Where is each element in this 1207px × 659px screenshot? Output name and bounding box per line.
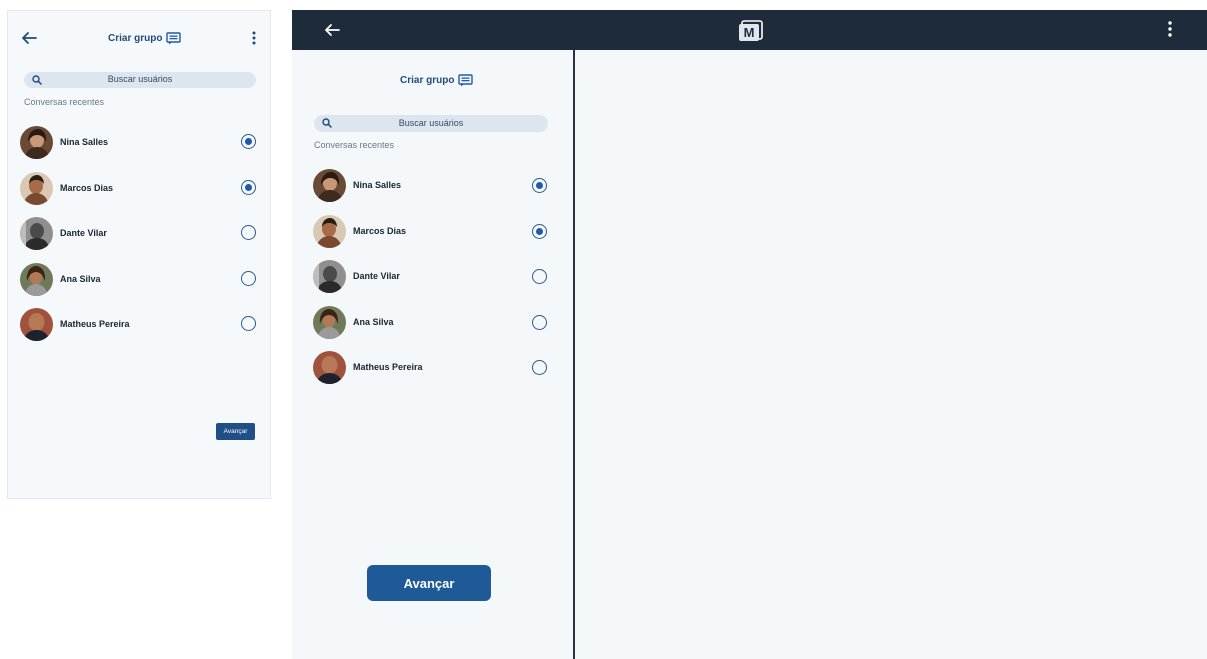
avatar [20,308,53,341]
page-title-text: Criar grupo [400,75,455,86]
contact-radio[interactable] [241,271,256,286]
contact-radio[interactable] [532,315,547,330]
contact-radio[interactable] [241,225,256,240]
contact-name: Nina Salles [60,137,109,147]
avatar [20,126,53,159]
search-input[interactable]: Buscar usuários [24,72,256,88]
contact-radio[interactable] [532,224,547,239]
desktop-screen: M Criar grupo Buscar usuários Conversas … [292,10,1207,659]
contact-row[interactable]: Matheus Pereira [20,308,260,342]
more-vert-icon[interactable] [252,31,256,45]
avatar [313,351,346,384]
contact-row[interactable]: Marcos Dias [20,172,260,206]
contact-name: Matheus Pereira [353,362,423,372]
chat-group-icon [166,32,182,45]
contact-name: Dante Vilar [60,228,107,238]
contact-name: Matheus Pereira [60,319,130,329]
contact-radio[interactable] [532,360,547,375]
contact-row[interactable]: Nina Salles [313,169,553,203]
mobile-screen: Criar grupo Buscar usuários Conversas re… [7,10,271,499]
avatar [20,217,53,250]
avatar [313,215,346,248]
contact-name: Dante Vilar [353,271,400,281]
recent-conversations-label: Conversas recentes [24,97,105,107]
avatar [313,169,346,202]
page-title: Criar grupo [400,74,474,87]
avatar [313,306,346,339]
app-logo-icon: M [739,20,763,41]
main-content-area [575,50,1207,659]
contact-name: Marcos Dias [60,183,114,193]
more-vert-icon[interactable] [1168,21,1172,37]
contact-name: Ana Silva [353,317,394,327]
contact-radio[interactable] [532,269,547,284]
advance-button[interactable]: Avançar [367,565,491,601]
contact-row[interactable]: Ana Silva [20,263,260,297]
page-title: Criar grupo [108,32,182,45]
contact-radio[interactable] [241,316,256,331]
search-placeholder: Buscar usuários [398,118,464,128]
chat-group-icon [458,74,474,87]
sidebar: Criar grupo Buscar usuários Conversas re… [292,50,575,659]
recent-conversations-label: Conversas recentes [314,140,395,150]
avatar [20,263,53,296]
contact-row[interactable]: Matheus Pereira [313,351,553,385]
contact-name: Ana Silva [60,274,101,284]
back-arrow-icon[interactable] [20,30,38,46]
contact-radio[interactable] [241,180,256,195]
search-input[interactable]: Buscar usuários [314,115,548,132]
avatar [20,172,53,205]
avatar [313,260,346,293]
contact-row[interactable]: Dante Vilar [20,217,260,251]
contact-radio[interactable] [241,134,256,149]
contact-name: Marcos Dias [353,226,407,236]
back-arrow-icon[interactable] [324,23,340,37]
contact-name: Nina Salles [353,180,402,190]
contact-row[interactable]: Dante Vilar [313,260,553,294]
top-bar: M [292,10,1207,50]
logo-letter: M [744,25,755,40]
contact-radio[interactable] [532,178,547,193]
contact-row[interactable]: Nina Salles [20,126,260,160]
search-placeholder: Buscar usuários [107,74,173,84]
advance-button[interactable]: Avançar [216,423,255,440]
page-title-text: Criar grupo [108,33,163,44]
contact-row[interactable]: Marcos Dias [313,215,553,249]
contact-row[interactable]: Ana Silva [313,306,553,340]
